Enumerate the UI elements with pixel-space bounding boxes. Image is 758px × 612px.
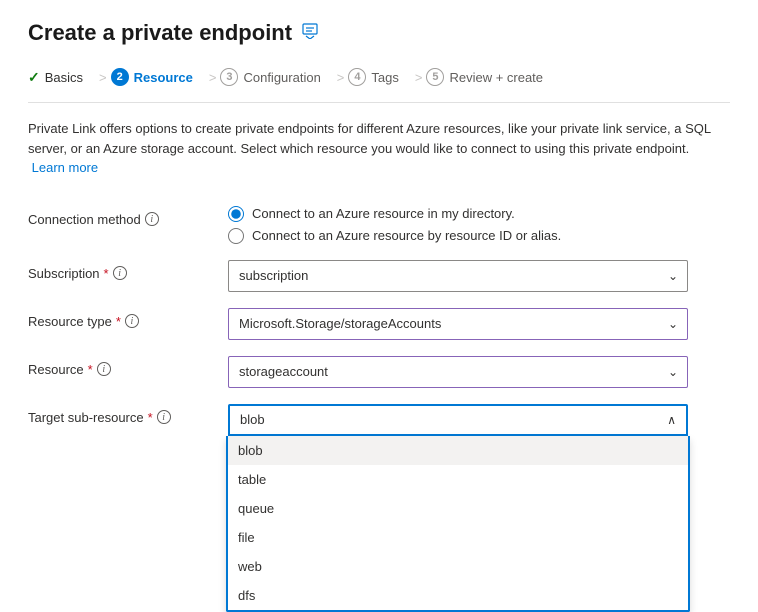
form-section: Connection method i Connect to an Azure … <box>28 198 730 444</box>
dropdown-option-queue[interactable]: queue <box>228 494 688 523</box>
connection-method-info-icon[interactable]: i <box>145 212 159 226</box>
dropdown-option-file[interactable]: file <box>228 523 688 552</box>
resource-row: Resource * i storageaccount ⌄ <box>28 348 730 396</box>
resource-type-required: * <box>116 314 121 329</box>
step-basics-label: Basics <box>45 70 83 85</box>
resource-type-info-icon[interactable]: i <box>125 314 139 328</box>
description-text: Private Link offers options to create pr… <box>28 119 728 178</box>
resource-dropdown-wrapper: storageaccount ⌄ <box>228 356 688 388</box>
subscription-row: Subscription * i subscription ⌄ <box>28 252 730 300</box>
page-title: Create a private endpoint <box>28 20 292 46</box>
dropdown-option-web[interactable]: web <box>228 552 688 581</box>
resource-label: Resource * i <box>28 356 228 377</box>
target-sub-resource-chevron-up-icon: ∧ <box>667 413 676 427</box>
radio-resource-id-label: Connect to an Azure resource by resource… <box>252 228 561 243</box>
subscription-label: Subscription * i <box>28 260 228 281</box>
radio-my-directory-label: Connect to an Azure resource in my direc… <box>252 206 515 221</box>
dropdown-option-table[interactable]: table <box>228 465 688 494</box>
resource-type-select[interactable]: Microsoft.Storage/storageAccounts <box>228 308 688 340</box>
target-sub-resource-trigger[interactable]: blob ∧ <box>228 404 688 436</box>
resource-type-row: Resource type * i Microsoft.Storage/stor… <box>28 300 730 348</box>
target-sub-resource-dropdown: blob ∧ blob table queue file web dfs <box>228 404 688 436</box>
step-review-label: Review + create <box>449 70 543 85</box>
target-sub-resource-control: blob ∧ blob table queue file web dfs <box>228 404 688 436</box>
wizard-step-tags[interactable]: 4 Tags <box>348 64 410 90</box>
connection-method-row: Connection method i Connect to an Azure … <box>28 198 730 252</box>
target-sub-resource-info-icon[interactable]: i <box>157 410 171 424</box>
resource-type-control: Microsoft.Storage/storageAccounts ⌄ <box>228 308 688 340</box>
target-sub-resource-list: blob table queue file web dfs <box>226 436 690 612</box>
radio-resource-id[interactable]: Connect to an Azure resource by resource… <box>228 228 688 244</box>
dropdown-option-dfs[interactable]: dfs <box>228 581 688 610</box>
target-sub-resource-value: blob <box>240 412 265 427</box>
feedback-icon[interactable] <box>302 23 318 44</box>
step-resource-label: Resource <box>134 70 193 85</box>
wizard-steps: ✓ Basics > 2 Resource > 3 Configuration … <box>28 64 730 103</box>
connection-method-radio-group: Connect to an Azure resource in my direc… <box>228 206 688 244</box>
resource-required: * <box>88 362 93 377</box>
step-separator-4: > <box>415 70 423 85</box>
step-configuration-label: Configuration <box>243 70 320 85</box>
step-circle-resource: 2 <box>111 68 129 86</box>
target-sub-resource-required: * <box>148 410 153 425</box>
dropdown-option-blob[interactable]: blob <box>228 436 688 465</box>
step-circle-review: 5 <box>426 68 444 86</box>
target-sub-resource-label: Target sub-resource * i <box>28 404 228 425</box>
wizard-step-configuration[interactable]: 3 Configuration <box>220 64 332 90</box>
step-circle-configuration: 3 <box>220 68 238 86</box>
wizard-step-resource[interactable]: 2 Resource <box>111 64 205 90</box>
step-separator-1: > <box>99 70 107 85</box>
step-separator-3: > <box>337 70 345 85</box>
resource-select[interactable]: storageaccount <box>228 356 688 388</box>
step-circle-tags: 4 <box>348 68 366 86</box>
resource-info-icon[interactable]: i <box>97 362 111 376</box>
target-sub-resource-row: Target sub-resource * i blob ∧ blob tabl… <box>28 396 730 444</box>
step-tags-label: Tags <box>371 70 398 85</box>
subscription-select[interactable]: subscription <box>228 260 688 292</box>
radio-my-directory[interactable]: Connect to an Azure resource in my direc… <box>228 206 688 222</box>
subscription-info-icon[interactable]: i <box>113 266 127 280</box>
subscription-control: subscription ⌄ <box>228 260 688 292</box>
subscription-required: * <box>104 266 109 281</box>
page-container: Create a private endpoint ✓ Basics > 2 R… <box>0 0 758 464</box>
wizard-step-basics[interactable]: ✓ Basics <box>28 65 95 90</box>
connection-method-control: Connect to an Azure resource in my direc… <box>228 206 688 244</box>
resource-control: storageaccount ⌄ <box>228 356 688 388</box>
step-check-icon: ✓ <box>28 69 40 86</box>
page-title-row: Create a private endpoint <box>28 20 730 46</box>
step-separator-2: > <box>209 70 217 85</box>
radio-resource-id-input[interactable] <box>228 228 244 244</box>
resource-type-label: Resource type * i <box>28 308 228 329</box>
radio-my-directory-input[interactable] <box>228 206 244 222</box>
connection-method-label: Connection method i <box>28 206 228 227</box>
subscription-dropdown-wrapper: subscription ⌄ <box>228 260 688 292</box>
learn-more-link[interactable]: Learn more <box>32 160 98 175</box>
resource-type-dropdown-wrapper: Microsoft.Storage/storageAccounts ⌄ <box>228 308 688 340</box>
wizard-step-review[interactable]: 5 Review + create <box>426 64 555 90</box>
